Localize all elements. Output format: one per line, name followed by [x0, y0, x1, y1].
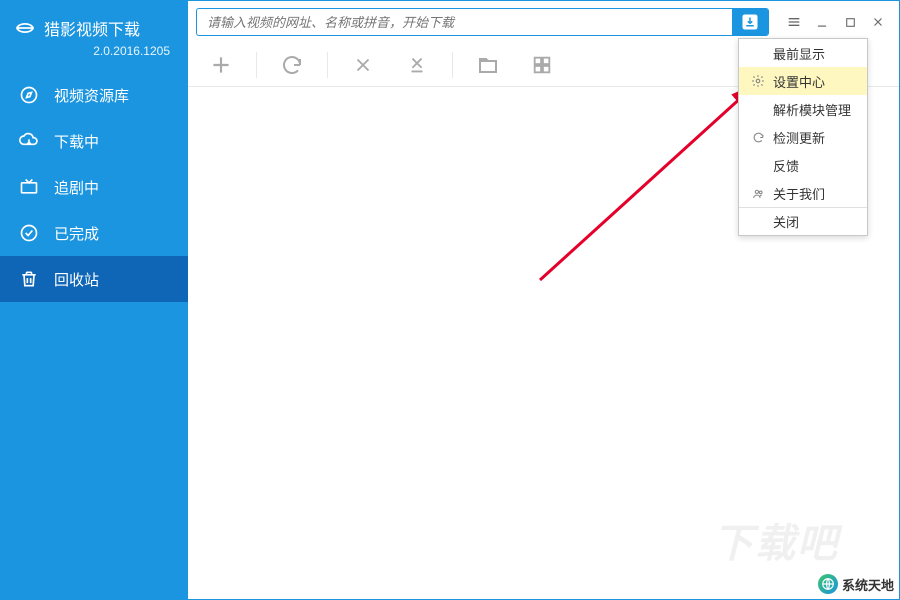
cloud-download-icon — [18, 130, 40, 152]
sidebar-item-label: 追剧中 — [54, 177, 99, 198]
trash-icon — [18, 268, 40, 290]
add-button[interactable] — [198, 47, 244, 83]
blank-icon — [749, 213, 767, 231]
menu-item-settings[interactable]: 设置中心 — [739, 67, 867, 95]
menu-item-label: 设置中心 — [773, 72, 825, 91]
gear-icon — [749, 72, 767, 90]
minimize-button[interactable] — [809, 9, 835, 35]
menu-item-modules[interactable]: 解析模块管理 — [739, 95, 867, 123]
blank-icon — [749, 156, 767, 174]
sidebar-item-series[interactable]: 追剧中 — [0, 164, 188, 210]
people-icon — [749, 184, 767, 202]
compass-icon — [18, 84, 40, 106]
menu-item-about[interactable]: 关于我们 — [739, 179, 867, 207]
blank-icon — [749, 44, 767, 62]
sidebar-item-downloading[interactable]: 下载中 — [0, 118, 188, 164]
menu-button[interactable] — [781, 9, 807, 35]
menu-item-update[interactable]: 检测更新 — [739, 123, 867, 151]
menu-item-feedback[interactable]: 反馈 — [739, 151, 867, 179]
settings-dropdown: 最前显示 设置中心 解析模块管理 检测更新 反馈 关于我们 — [738, 38, 868, 236]
delete-button[interactable] — [340, 47, 386, 83]
corner-badge-text: 系统天地 — [842, 575, 894, 594]
corner-badge: 系统天地 — [818, 574, 894, 594]
toolbar-separator — [256, 52, 257, 78]
refresh-button[interactable] — [269, 47, 315, 83]
app-version: 2.0.2016.1205 — [0, 42, 188, 72]
blank-icon — [749, 100, 767, 118]
minimize-icon — [815, 15, 829, 29]
menu-item-label: 反馈 — [773, 156, 799, 175]
toolbar-separator — [452, 52, 453, 78]
search-box — [196, 8, 769, 36]
tv-icon — [18, 176, 40, 198]
sidebar: 猎影视频下载 2.0.2016.1205 视频资源库 下载中 追剧中 已 — [0, 0, 188, 600]
search-download-button[interactable] — [732, 9, 768, 35]
menu-item-label: 最前显示 — [773, 44, 825, 63]
folder-button[interactable] — [465, 47, 511, 83]
grid-button[interactable] — [519, 47, 565, 83]
menu-item-topmost[interactable]: 最前显示 — [739, 39, 867, 67]
globe-icon — [818, 574, 838, 594]
sidebar-item-recycle[interactable]: 回收站 — [0, 256, 188, 302]
folder-icon — [476, 53, 500, 77]
x-icon — [352, 54, 374, 76]
close-button[interactable] — [865, 9, 891, 35]
maximize-button[interactable] — [837, 9, 863, 35]
close-icon — [871, 15, 885, 29]
menu-item-close[interactable]: 关闭 — [739, 207, 867, 235]
sidebar-item-label: 下载中 — [54, 131, 99, 152]
sidebar-item-label: 视频资源库 — [54, 85, 129, 106]
search-input[interactable] — [197, 15, 732, 30]
refresh-small-icon — [749, 128, 767, 146]
check-circle-icon — [18, 222, 40, 244]
menu-item-label: 关于我们 — [773, 184, 825, 203]
sidebar-item-completed[interactable]: 已完成 — [0, 210, 188, 256]
maximize-icon — [844, 16, 857, 29]
hamburger-icon — [786, 14, 802, 30]
menu-item-label: 解析模块管理 — [773, 100, 851, 119]
app-title: 猎影视频下载 — [44, 16, 140, 40]
menu-item-label: 关闭 — [773, 212, 799, 231]
plus-icon — [208, 52, 234, 78]
clear-button[interactable] — [394, 47, 440, 83]
topbar — [188, 1, 899, 43]
app-logo-icon — [14, 17, 36, 39]
grid-icon — [531, 54, 553, 76]
refresh-icon — [280, 53, 304, 77]
window-controls — [781, 9, 891, 35]
x-underline-icon — [406, 54, 428, 76]
sidebar-item-library[interactable]: 视频资源库 — [0, 72, 188, 118]
app-window: 猎影视频下载 2.0.2016.1205 视频资源库 下载中 追剧中 已 — [0, 0, 900, 600]
download-icon — [741, 13, 759, 31]
toolbar-separator — [327, 52, 328, 78]
brand: 猎影视频下载 — [0, 10, 188, 42]
sidebar-item-label: 回收站 — [54, 269, 99, 290]
watermark-text: 下载吧 — [713, 511, 839, 569]
sidebar-item-label: 已完成 — [54, 223, 99, 244]
menu-item-label: 检测更新 — [773, 128, 825, 147]
